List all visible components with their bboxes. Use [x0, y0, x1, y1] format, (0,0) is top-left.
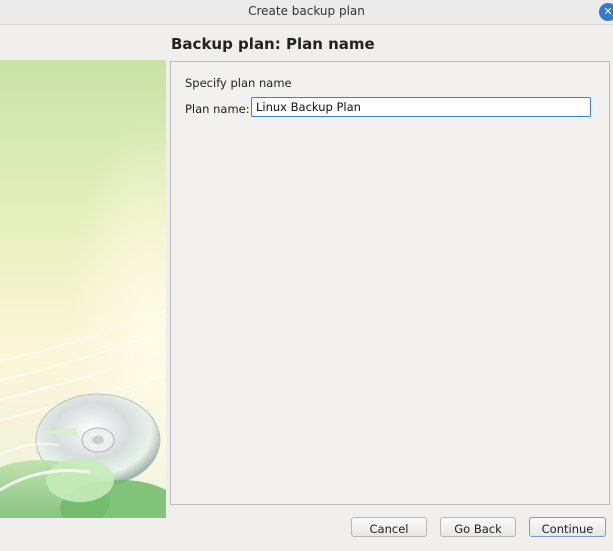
section-label: Specify plan name: [185, 76, 292, 90]
content-panel: Specify plan name Plan name:: [170, 61, 610, 505]
close-icon[interactable]: ✕: [599, 3, 613, 21]
sidebar-illustration: [0, 60, 166, 518]
plan-name-label: Plan name:: [185, 102, 250, 116]
plan-name-input[interactable]: [251, 97, 591, 117]
go-back-button[interactable]: Go Back: [440, 517, 516, 537]
window-title: Create backup plan: [248, 4, 365, 18]
title-bar: Create backup plan ✕: [0, 0, 613, 25]
continue-button[interactable]: Continue: [529, 517, 606, 537]
cancel-button[interactable]: Cancel: [351, 517, 427, 537]
page-title: Backup plan: Plan name: [171, 35, 375, 53]
disc-illustration-icon: [0, 60, 166, 518]
